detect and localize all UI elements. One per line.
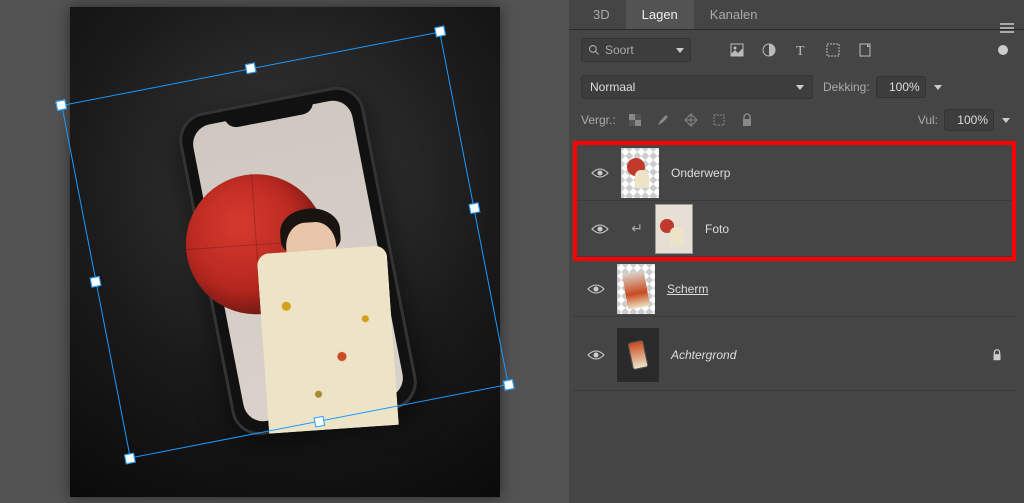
tab-channels[interactable]: Kanalen	[694, 0, 774, 29]
layer-name[interactable]: Onderwerp	[671, 166, 730, 180]
layer-lock-icon[interactable]	[988, 346, 1006, 364]
blend-mode-select[interactable]: Normaal	[581, 75, 813, 99]
filter-icons: T	[729, 42, 873, 58]
filter-label: Soort	[605, 43, 634, 57]
filter-pixel-icon[interactable]	[729, 42, 745, 58]
layer-thumbnail[interactable]	[617, 328, 659, 382]
panel-tabs: 3D Lagen Kanalen	[569, 0, 1024, 30]
chevron-down-icon	[934, 85, 942, 90]
lock-all-icon[interactable]	[738, 111, 756, 129]
visibility-toggle[interactable]	[587, 346, 605, 364]
annotation-highlight: Onderwerp ↵ Foto	[573, 141, 1016, 261]
thumb-screen	[622, 270, 650, 309]
opacity-group: Dekking: 100%	[823, 76, 944, 98]
panel-menu-button[interactable]	[990, 27, 1024, 29]
fill-group: Vul: 100%	[918, 109, 1012, 131]
layer-filter-select[interactable]: Soort	[581, 38, 691, 62]
layer-name[interactable]: Achtergrond	[671, 348, 736, 362]
tab-layers[interactable]: Lagen	[626, 0, 694, 29]
layer-thumbnail[interactable]	[621, 148, 659, 198]
chevron-down-icon	[1002, 118, 1010, 123]
thumb-person	[670, 227, 684, 245]
chevron-down-icon	[676, 48, 684, 53]
layer-name[interactable]: Foto	[705, 222, 729, 236]
transform-handle-tr[interactable]	[434, 25, 446, 37]
lock-position-icon[interactable]	[682, 111, 700, 129]
filter-smartobject-icon[interactable]	[857, 42, 873, 58]
lock-transparency-icon[interactable]	[626, 111, 644, 129]
lock-icons	[626, 111, 756, 129]
visibility-toggle[interactable]	[591, 220, 609, 238]
lock-row: Vergr.: Vul: 100%	[569, 107, 1024, 139]
search-icon	[588, 44, 600, 56]
layer-row-achtergrond[interactable]: Achtergrond	[573, 319, 1016, 391]
filter-shape-icon[interactable]	[825, 42, 841, 58]
svg-text:T: T	[796, 44, 805, 58]
filter-toggle-switch[interactable]	[998, 45, 1008, 55]
fill-label: Vul:	[918, 113, 938, 127]
filter-type-icon[interactable]: T	[793, 42, 809, 58]
clipping-indicator-icon: ↵	[621, 220, 643, 237]
transform-handle-tl[interactable]	[55, 99, 67, 111]
chevron-down-icon	[796, 85, 804, 90]
layer-name[interactable]: Scherm	[667, 282, 708, 296]
visibility-toggle[interactable]	[591, 164, 609, 182]
lock-artboard-icon[interactable]	[710, 111, 728, 129]
layer-row-onderwerp[interactable]: Onderwerp	[577, 145, 1012, 201]
transform-border	[61, 31, 509, 458]
filter-adjustment-icon[interactable]	[761, 42, 777, 58]
fill-input[interactable]: 100%	[944, 109, 994, 131]
thumb-phone	[627, 339, 648, 370]
transform-handle-mr[interactable]	[468, 202, 480, 214]
transform-bounding-box[interactable]	[61, 31, 509, 458]
transform-handle-bl[interactable]	[124, 452, 136, 464]
opacity-label: Dekking:	[823, 80, 870, 94]
thumb-person	[635, 170, 649, 188]
layer-filter-row: Soort T	[569, 30, 1024, 70]
opacity-caret[interactable]	[932, 76, 944, 98]
layer-thumbnail[interactable]	[655, 204, 693, 254]
tab-3d[interactable]: 3D	[577, 0, 626, 29]
visibility-toggle[interactable]	[587, 280, 605, 298]
opacity-input[interactable]: 100%	[876, 76, 926, 98]
blend-row: Normaal Dekking: 100%	[569, 70, 1024, 107]
layer-thumbnail[interactable]	[617, 264, 655, 314]
layers-panel: 3D Lagen Kanalen Soort T Normaal Dekking…	[569, 0, 1024, 503]
lock-label: Vergr.:	[581, 113, 616, 127]
layer-row-foto[interactable]: ↵ Foto	[577, 201, 1012, 257]
layer-row-scherm[interactable]: Scherm	[573, 261, 1016, 317]
transform-handle-ml[interactable]	[89, 275, 101, 287]
document-canvas[interactable]	[70, 7, 500, 497]
hamburger-icon	[1000, 27, 1014, 29]
lock-brush-icon[interactable]	[654, 111, 672, 129]
transform-handle-br[interactable]	[502, 379, 514, 391]
transform-handle-tc[interactable]	[244, 62, 256, 74]
fill-caret[interactable]	[1000, 109, 1012, 131]
canvas-area	[0, 0, 569, 503]
transform-handle-bc[interactable]	[313, 415, 325, 427]
blend-mode-value: Normaal	[590, 80, 635, 94]
